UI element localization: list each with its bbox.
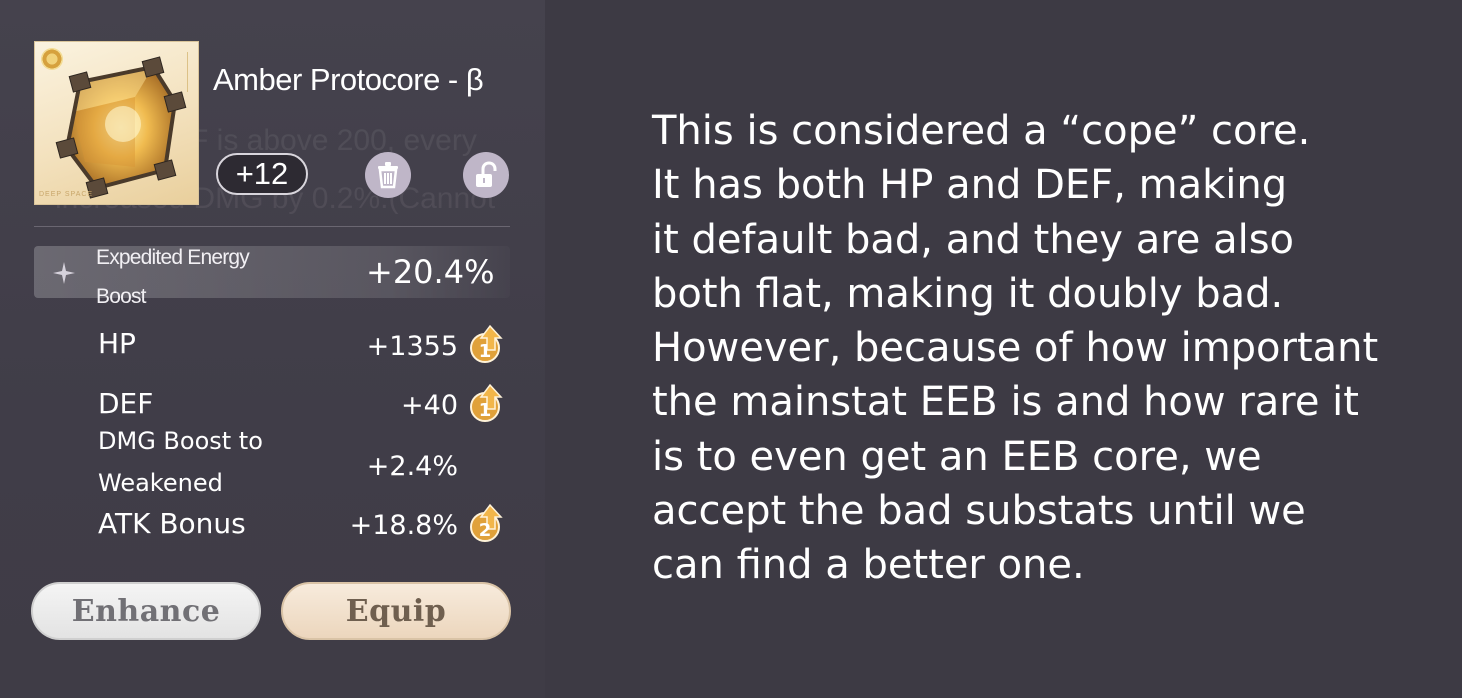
commentary-line: both flat, making it doubly bad. — [652, 270, 1284, 317]
commentary-line: can find a better one. — [652, 542, 1085, 589]
upgrade-arrow-icon: 2 — [470, 503, 503, 542]
commentary-line: it default bad, and they are also — [652, 216, 1295, 263]
commentary-line: However, because of how important — [652, 325, 1379, 372]
core-detail-panel: F is above 200, every increased DMG by 0… — [0, 0, 545, 698]
substat-name-line2: Weakened — [98, 469, 223, 497]
roll-count: 2 — [479, 520, 492, 541]
commentary-line: It has both HP and DEF, making — [652, 162, 1288, 209]
substat-name-hp: HP — [98, 327, 136, 360]
main-stat-name: Expedited Energy Boost — [96, 238, 286, 316]
roll-count: 1 — [479, 341, 492, 362]
amber-core-cube-icon — [55, 56, 187, 199]
substat-name-line1: DMG Boost to — [98, 427, 263, 455]
commentary-line: This is considered a “cope” core. — [652, 108, 1311, 154]
substat-value-atk-bonus: +18.8% — [349, 510, 458, 541]
commentary-text: This is considered a “cope” core. It has… — [652, 104, 1432, 593]
substat-value-hp: +1355 — [366, 331, 458, 362]
trash-icon — [378, 162, 398, 189]
core-name: Amber Protocore - β — [213, 62, 484, 97]
equip-button[interactable]: Equip — [281, 582, 511, 640]
main-stat-name-line1: Expedited Energy — [96, 246, 250, 269]
enhance-button[interactable]: Enhance — [31, 582, 261, 640]
substat-value-dmg-boost-weakened: +2.4% — [366, 451, 458, 482]
commentary-line: the mainstat EEB is and how rare it — [652, 379, 1359, 426]
sparkle-icon — [53, 262, 75, 284]
level-badge: +12 — [216, 153, 308, 195]
substat-name-dmg-boost-weakened: DMG Boost to Weakened — [98, 420, 318, 504]
upgrade-arrow-icon: 1 — [470, 383, 503, 422]
divider — [34, 226, 510, 227]
roll-count: 1 — [479, 400, 492, 421]
upgrade-arrow-icon: 1 — [470, 324, 503, 363]
lock-toggle-button[interactable] — [463, 152, 509, 198]
unlock-icon — [476, 161, 497, 187]
thumbnail-corner-label: DEEP SPACE — [39, 191, 94, 198]
commentary-line: accept the bad substats until we — [652, 488, 1306, 535]
main-stat-name-line2: Boost — [96, 285, 147, 308]
discard-button[interactable] — [365, 152, 411, 198]
substat-name-def: DEF — [98, 387, 154, 420]
commentary-line: is to even get an EEB core, we — [652, 433, 1262, 480]
core-thumbnail[interactable]: DEEP SPACE — [34, 41, 199, 205]
main-stat-value: +20.4% — [366, 253, 495, 291]
substat-value-def: +40 — [401, 390, 458, 421]
substat-name-atk-bonus: ATK Bonus — [98, 507, 246, 540]
